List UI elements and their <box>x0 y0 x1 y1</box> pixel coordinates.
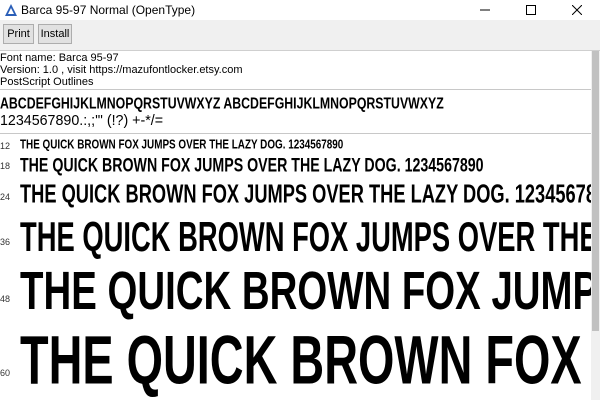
close-button[interactable] <box>554 0 600 20</box>
window-title: Barca 95-97 Normal (OpenType) <box>21 3 196 17</box>
scrollbar-thumb[interactable] <box>592 51 599 331</box>
font-version-text: Version: 1.0 , visit https://mazufontloc… <box>0 64 243 76</box>
divider <box>0 89 591 90</box>
vertical-scrollbar[interactable] <box>591 51 600 400</box>
minimize-button[interactable] <box>462 0 508 20</box>
toolbar: Print Install <box>0 20 600 51</box>
size-label-36: 36 <box>0 237 11 247</box>
font-viewer-icon <box>5 4 17 16</box>
size-label-18: 18 <box>0 161 11 171</box>
font-outlines-text: PostScript Outlines <box>0 76 94 88</box>
title-bar: Barca 95-97 Normal (OpenType) <box>0 0 600 20</box>
sample-line-48: THE QUICK BROWN FOX JUMPS OVER THE LAZY … <box>20 262 591 322</box>
maximize-button[interactable] <box>508 0 554 20</box>
font-preview-area: Font name: Barca 95-97 Version: 1.0 , vi… <box>0 51 591 400</box>
size-label-24: 24 <box>0 192 11 202</box>
divider <box>0 133 591 134</box>
sample-line-24: THE QUICK BROWN FOX JUMPS OVER THE LAZY … <box>20 179 591 209</box>
minimize-icon <box>480 9 490 11</box>
sample-line-12: THE QUICK BROWN FOX JUMPS OVER THE LAZY … <box>20 138 344 152</box>
sample-line-36: THE QUICK BROWN FOX JUMPS OVER THE LAZY … <box>20 213 591 261</box>
size-label-60: 60 <box>0 368 11 378</box>
print-button[interactable]: Print <box>3 24 34 44</box>
install-button[interactable]: Install <box>38 24 72 44</box>
charset-digits: 1234567890.:,;'" (!?) +-*/= <box>0 112 164 129</box>
sample-line-60: THE QUICK BROWN FOX JUMPS OVER THE LAZY … <box>20 322 591 399</box>
charset-letters: ABCDEFGHIJKLMNOPQRSTUVWXYZ ABCDEFGHIJKLM… <box>0 94 444 112</box>
size-label-12: 12 <box>0 141 11 151</box>
maximize-icon <box>526 5 536 15</box>
close-icon <box>572 5 582 15</box>
size-label-48: 48 <box>0 294 11 304</box>
font-name-text: Font name: Barca 95-97 <box>0 52 119 64</box>
sample-line-18: THE QUICK BROWN FOX JUMPS OVER THE LAZY … <box>20 154 484 176</box>
